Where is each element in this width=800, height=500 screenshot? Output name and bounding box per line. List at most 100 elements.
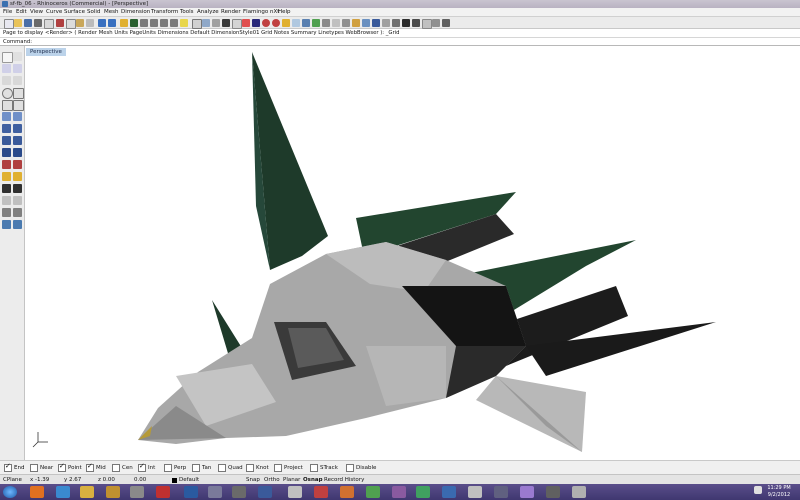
app-light-icon[interactable] [468,486,482,498]
rotate-icon[interactable] [2,208,11,217]
app-blue2-icon[interactable] [442,486,456,498]
menu-transform[interactable]: Transform [151,8,178,17]
app-eye-icon[interactable] [520,486,534,498]
osnap-knot-checkbox[interactable] [246,464,254,472]
rotate-view-icon[interactable] [130,19,138,27]
redo-icon[interactable] [108,19,116,27]
open-folder-icon[interactable] [14,19,22,27]
split-icon[interactable] [13,160,22,169]
acrobat-icon[interactable] [314,486,328,498]
zoom-extents-icon[interactable] [160,19,168,27]
trim-icon[interactable] [2,160,11,169]
osnap-mid[interactable]: Mid [86,462,106,472]
properties-icon[interactable] [232,19,242,29]
new-file-icon[interactable] [4,19,14,29]
cylinder-icon[interactable] [2,136,11,145]
extrude-icon[interactable] [13,136,22,145]
ie-icon[interactable] [56,486,70,498]
menu-surface[interactable]: Surface [64,8,85,17]
polygon-icon[interactable] [2,100,13,111]
explorer-icon[interactable] [80,486,94,498]
chamfer-icon[interactable] [13,172,22,181]
point-icon[interactable] [13,52,22,61]
cplane-icon[interactable] [202,19,210,27]
flamingo-sun-icon[interactable] [382,19,390,27]
menu-view[interactable]: View [30,8,43,17]
ellipse-icon[interactable] [13,100,24,111]
app-gray-icon[interactable] [232,486,246,498]
four-view-icon[interactable] [192,19,202,29]
media-icon[interactable] [106,486,120,498]
osnap-strack[interactable]: STrack [310,464,338,472]
mesh-icon[interactable] [322,19,330,27]
options-icon[interactable] [342,19,350,27]
flamingo-camera-icon[interactable] [442,19,450,27]
polyline-icon[interactable] [2,64,11,73]
app-gray2-icon[interactable] [572,486,586,498]
perspective-viewport[interactable]: Perspective [26,46,800,460]
display-icon[interactable] [252,19,260,27]
rhino-task-icon[interactable] [130,486,144,498]
flamingo-plant-icon[interactable] [412,19,420,27]
zoom-selected-icon[interactable] [170,19,178,27]
color-sphere-icon[interactable] [272,19,280,27]
texture-icon[interactable] [312,19,320,27]
environment-icon[interactable] [302,19,310,27]
zoom-window-icon[interactable] [150,19,158,27]
osnap-strack-checkbox[interactable] [310,464,318,472]
select-arrow-icon[interactable] [2,52,13,63]
light-icon[interactable] [282,19,290,27]
cut-icon[interactable] [56,19,64,27]
menu-analyze[interactable]: Analyze [197,8,219,17]
osnap-tan-checkbox[interactable] [192,464,200,472]
osnap-disable[interactable]: Disable [346,464,376,472]
osnap-perp[interactable]: Perp [164,464,186,472]
menu-solid[interactable]: Solid [87,8,100,17]
material-icon[interactable] [292,19,300,27]
zoom-icon[interactable] [140,19,148,27]
rectangle-icon[interactable] [13,88,24,99]
fillet-icon[interactable] [2,172,11,181]
menu-tools[interactable]: Tools [180,8,194,17]
zbrush-icon[interactable] [208,486,222,498]
menu-flamingo[interactable]: Flamingo nXt [243,8,279,17]
help-icon[interactable] [352,19,360,27]
osnap-cen[interactable]: Cen [112,464,133,472]
clock[interactable]: 11:29 PM 9/2/2012 [762,485,796,499]
photoshop-icon[interactable] [184,486,198,498]
loft-icon[interactable] [13,112,22,121]
app-orange-icon[interactable] [340,486,354,498]
command-line[interactable]: Command: [0,38,800,46]
array-icon[interactable] [13,220,22,229]
flamingo-decal-icon[interactable] [402,19,410,27]
boolean-diff-icon[interactable] [13,148,22,157]
import-icon[interactable] [44,19,54,29]
delete-icon[interactable] [86,19,94,27]
render-sphere-icon[interactable] [262,19,270,27]
app-white-icon[interactable] [288,486,302,498]
box-icon[interactable] [2,124,11,133]
osnap-project-checkbox[interactable] [274,464,282,472]
sphere-icon[interactable] [13,124,22,133]
osnap-mid-checkbox[interactable] [86,462,94,472]
print-icon[interactable] [34,19,42,27]
join-icon[interactable] [2,184,11,193]
undo-icon[interactable] [98,19,106,27]
arc-icon[interactable] [13,76,22,85]
app-purple-icon[interactable] [392,486,406,498]
move-icon[interactable] [2,196,11,205]
menu-mesh[interactable]: Mesh [104,8,118,17]
flamingo-options-icon[interactable] [422,19,432,29]
layer-icon[interactable] [222,19,230,27]
menu-dimension[interactable]: Dimension [121,8,150,17]
menu-edit[interactable]: Edit [16,8,27,17]
paste-icon[interactable] [76,19,84,27]
menu-render[interactable]: Render [221,8,241,17]
osnap-near[interactable]: Near [30,464,53,472]
select-icon[interactable] [180,19,188,27]
scale-icon[interactable] [13,208,22,217]
app-green-icon[interactable] [366,486,380,498]
flamingo-material-icon[interactable] [372,19,380,27]
flamingo-render-icon[interactable] [362,19,370,27]
surface-icon[interactable] [2,112,11,121]
